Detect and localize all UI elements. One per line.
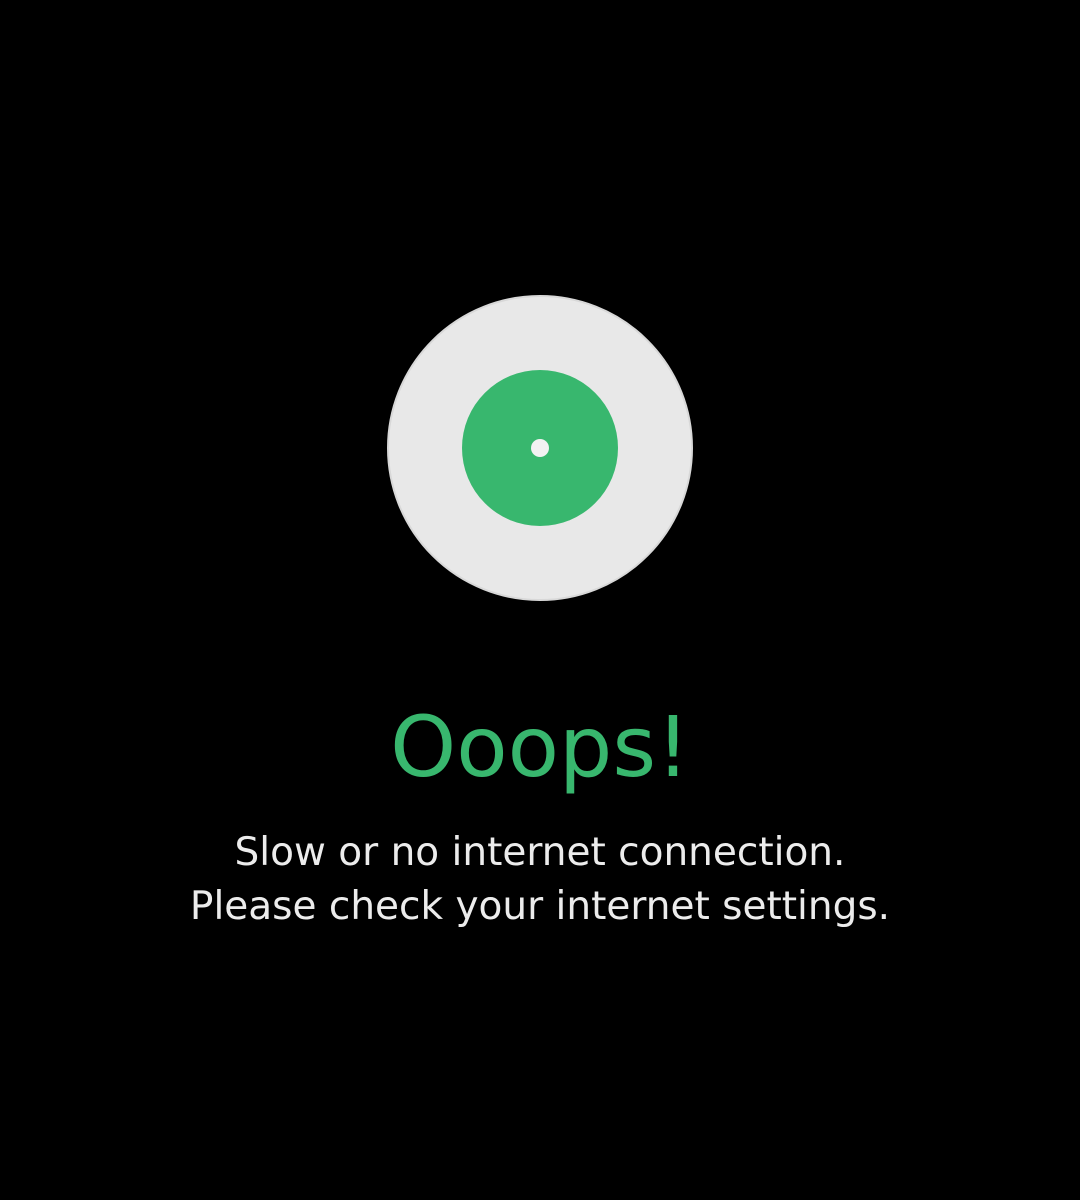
no-connection-screen: Ooops! Slow or no internet connection. P…	[0, 0, 1080, 1200]
vinyl-disc-icon	[387, 295, 693, 601]
error-message: Slow or no internet connection. Please c…	[0, 826, 1080, 934]
error-title: Ooops!	[390, 698, 690, 796]
error-message-line-2: Please check your internet settings.	[189, 884, 891, 929]
disc-hole	[531, 439, 549, 457]
error-message-line-1: Slow or no internet connection.	[234, 830, 846, 875]
